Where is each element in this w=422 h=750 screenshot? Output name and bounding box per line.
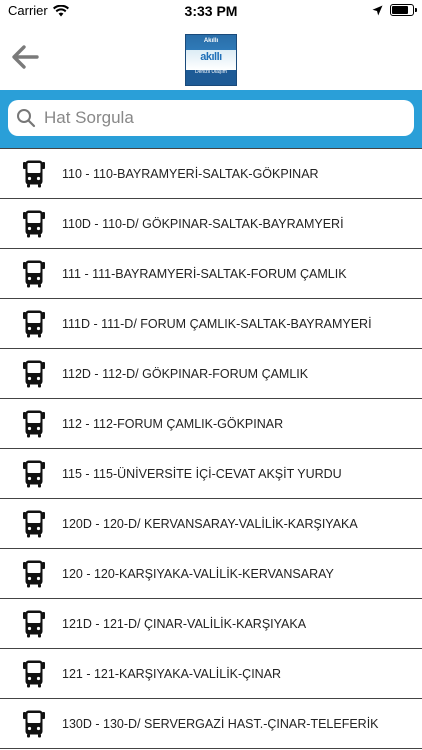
bus-icon [23, 410, 45, 437]
bus-icon [23, 210, 45, 237]
route-list-item[interactable]: 111D - 111-D/ FORUM ÇAMLIK-SALTAK-BAYRAM… [0, 299, 422, 349]
search-bar [0, 90, 422, 148]
search-field[interactable] [8, 100, 414, 136]
nav-bar: Akıllı akıllı Denizli Ulaşım [0, 22, 422, 90]
route-list-item[interactable]: 121D - 121-D/ ÇINAR-VALİLİK-KARŞIYAKA [0, 599, 422, 649]
route-list: 110 - 110-BAYRAMYERİ-SALTAK-GÖKPINAR 110… [0, 148, 422, 749]
route-label: 111 - 111-BAYRAMYERİ-SALTAK-FORUM ÇAMLIK [62, 266, 347, 281]
bus-icon [23, 460, 45, 487]
route-label: 121D - 121-D/ ÇINAR-VALİLİK-KARŞIYAKA [62, 616, 307, 631]
battery-icon [390, 4, 417, 16]
route-label: 120 - 120-KARŞIYAKA-VALİLİK-KERVANSARAY [62, 566, 334, 581]
bus-icon [23, 610, 45, 637]
bus-icon [23, 660, 45, 687]
route-label: 130D - 130-D/ SERVERGAZİ HAST.-ÇINAR-TEL… [62, 716, 379, 731]
battery-fill [392, 6, 409, 14]
app-logo: Akıllı akıllı Denizli Ulaşım [185, 34, 237, 86]
route-list-item[interactable]: 110D - 110-D/ GÖKPINAR-SALTAK-BAYRAMYERİ [0, 199, 422, 249]
bus-icon [23, 310, 45, 337]
search-icon [17, 109, 36, 128]
route-label: 115 - 115-ÜNİVERSİTE İÇİ-CEVAT AKŞİT YUR… [62, 466, 342, 481]
arrow-left-icon[interactable] [10, 42, 40, 72]
location-arrow-icon [372, 5, 383, 15]
logo-bottom-text: Denizli Ulaşım [195, 69, 227, 75]
route-list-item[interactable]: 120D - 120-D/ KERVANSARAY-VALİLİK-KARŞIY… [0, 499, 422, 549]
route-list-item[interactable]: 112D - 112-D/ GÖKPINAR-FORUM ÇAMLIK [0, 349, 422, 399]
route-label: 120D - 120-D/ KERVANSARAY-VALİLİK-KARŞIY… [62, 516, 358, 531]
route-label: 111D - 111-D/ FORUM ÇAMLIK-SALTAK-BAYRAM… [62, 316, 372, 331]
bus-icon [23, 710, 45, 737]
status-time: 3:33 PM [184, 3, 238, 19]
bus-icon [23, 510, 45, 537]
status-bar: Carrier 3:33 PM [0, 0, 422, 22]
status-right [372, 4, 417, 16]
bus-icon [23, 260, 45, 287]
route-label: 110D - 110-D/ GÖKPINAR-SALTAK-BAYRAMYERİ [62, 216, 344, 231]
route-list-item[interactable]: 115 - 115-ÜNİVERSİTE İÇİ-CEVAT AKŞİT YUR… [0, 449, 422, 499]
route-list-item[interactable]: 111 - 111-BAYRAMYERİ-SALTAK-FORUM ÇAMLIK [0, 249, 422, 299]
logo-mid-text: akıllı [200, 51, 222, 63]
route-list-item[interactable]: 120 - 120-KARŞIYAKA-VALİLİK-KERVANSARAY [0, 549, 422, 599]
logo-top-text: Akıllı [203, 38, 219, 44]
route-label: 121 - 121-KARŞIYAKA-VALİLİK-ÇINAR [62, 666, 282, 681]
route-label: 112D - 112-D/ GÖKPINAR-FORUM ÇAMLIK [62, 366, 309, 381]
route-list-item[interactable]: 112 - 112-FORUM ÇAMLIK-GÖKPINAR [0, 399, 422, 449]
bus-icon [23, 560, 45, 587]
route-list-item[interactable]: 110 - 110-BAYRAMYERİ-SALTAK-GÖKPINAR [0, 149, 422, 199]
search-input[interactable] [42, 107, 414, 129]
route-label: 112 - 112-FORUM ÇAMLIK-GÖKPINAR [62, 416, 284, 431]
bus-icon [23, 360, 45, 387]
route-label: 110 - 110-BAYRAMYERİ-SALTAK-GÖKPINAR [62, 166, 319, 181]
route-list-item[interactable]: 130D - 130-D/ SERVERGAZİ HAST.-ÇINAR-TEL… [0, 699, 422, 749]
bus-icon [23, 160, 45, 187]
route-list-item[interactable]: 121 - 121-KARŞIYAKA-VALİLİK-ÇINAR [0, 649, 422, 699]
